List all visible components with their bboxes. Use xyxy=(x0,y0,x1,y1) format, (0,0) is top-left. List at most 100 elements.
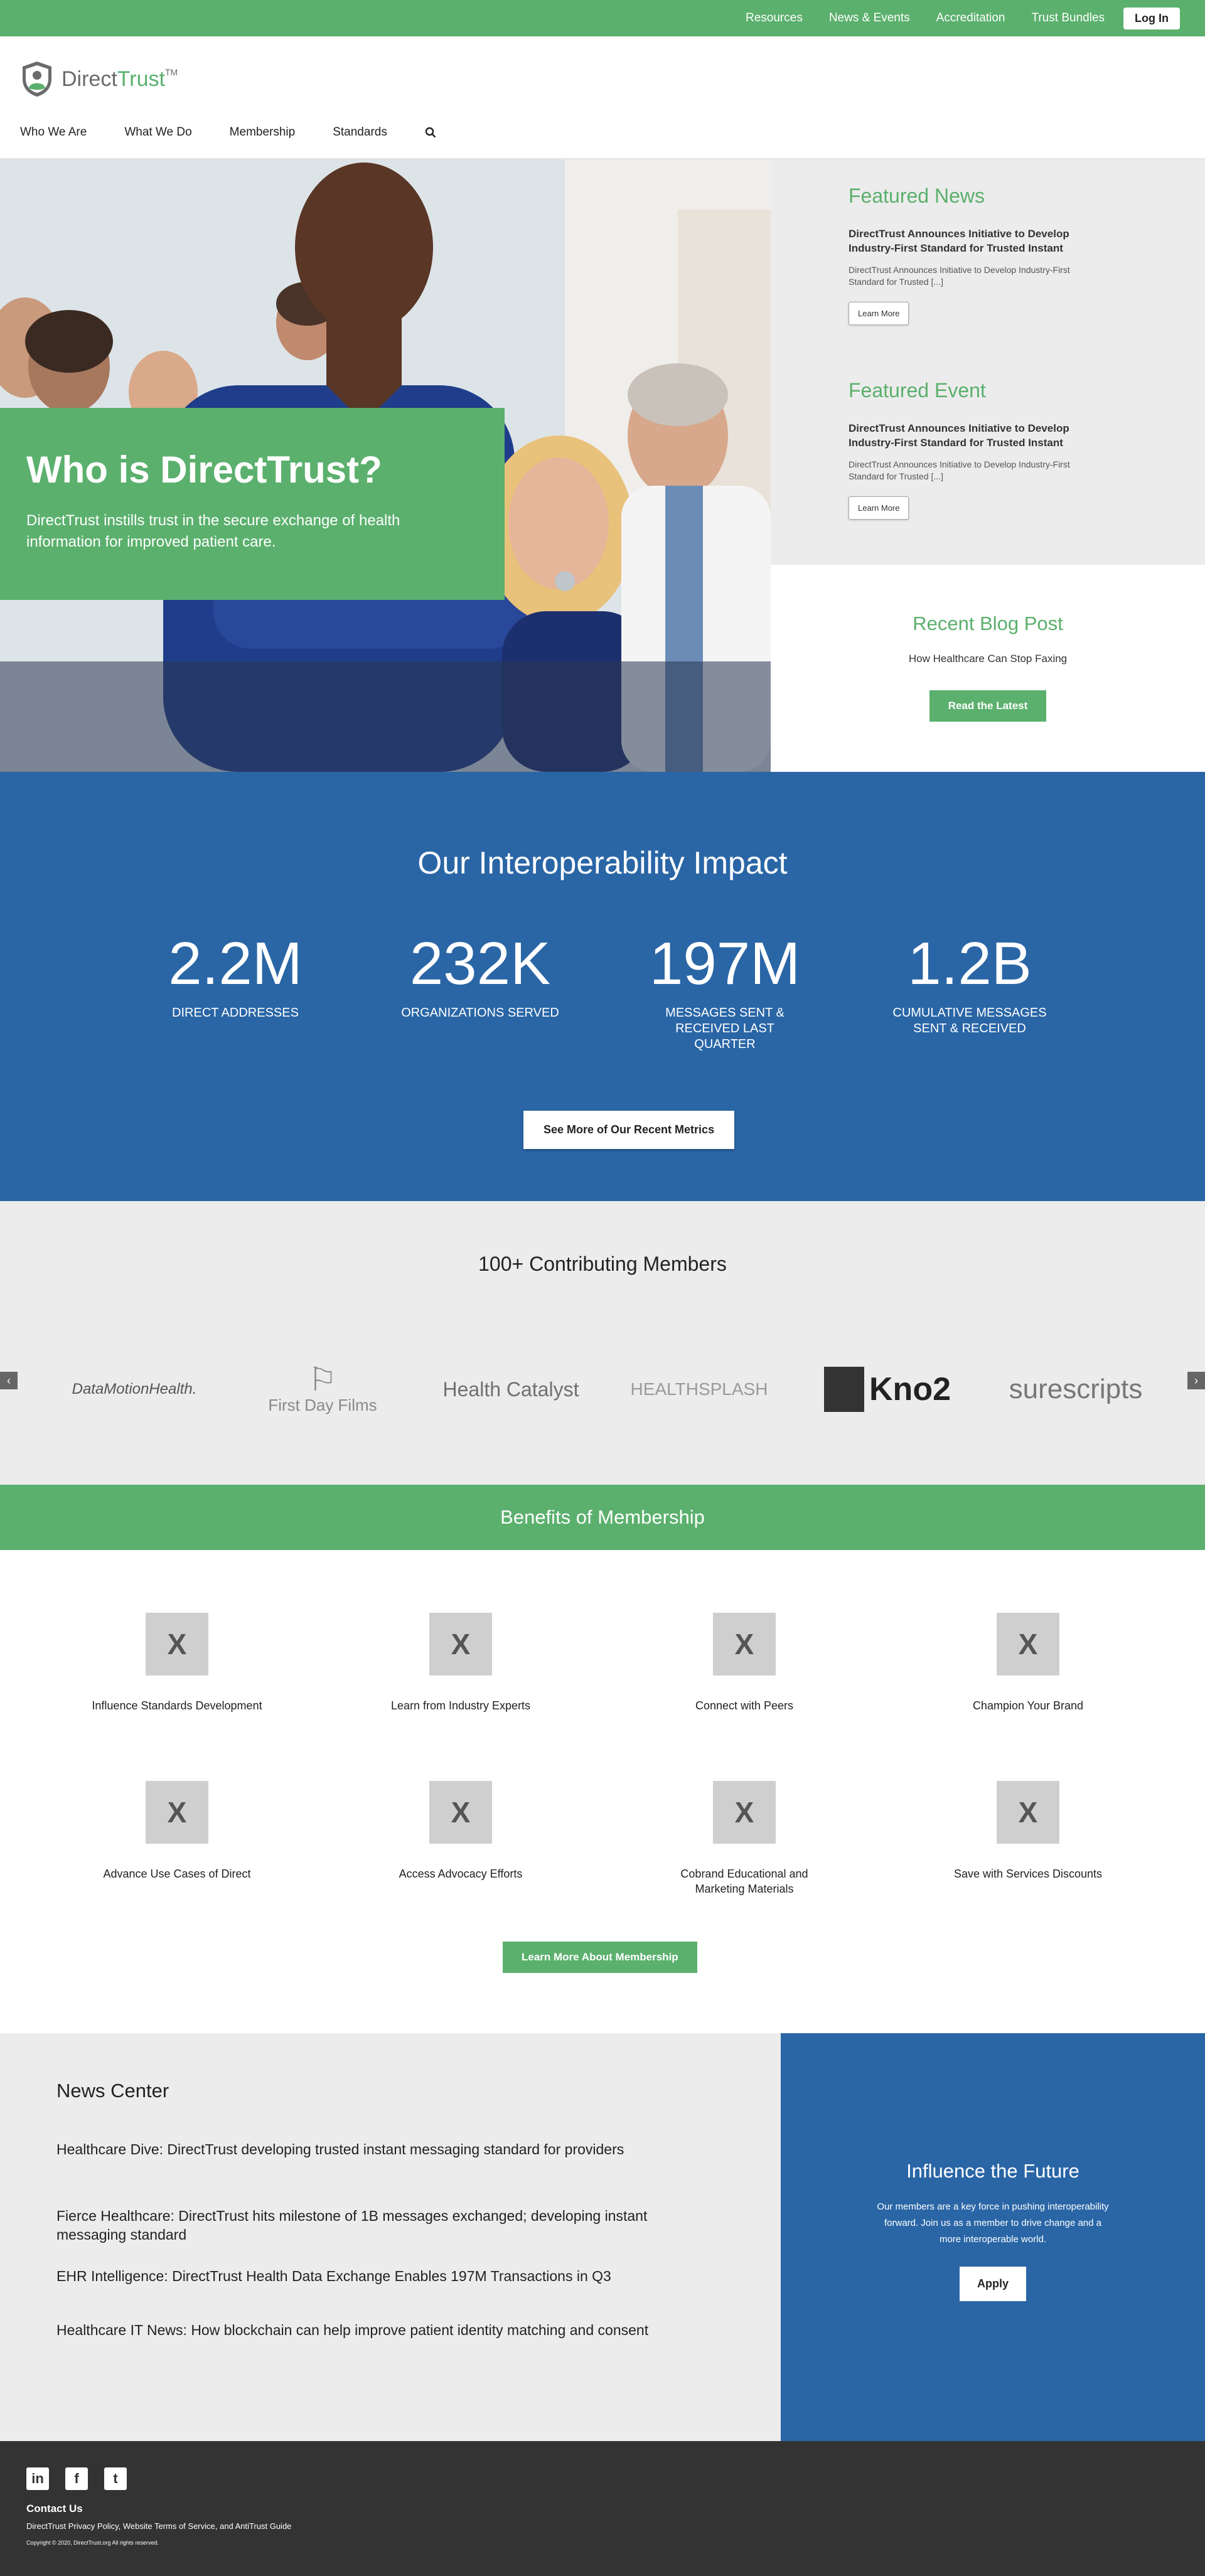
logo-wordmark: DirectTrustTM xyxy=(62,67,178,91)
site-logo[interactable]: DirectTrustTM xyxy=(20,60,178,98)
facebook-icon[interactable]: f xyxy=(65,2467,88,2490)
stat-label: DIRECT ADDRESSES xyxy=(172,1006,299,1020)
legal-links[interactable]: DirectTrust Privacy Policy, Website Term… xyxy=(26,2521,1179,2531)
influence-text: Our members are a key force in pushing i… xyxy=(877,2201,1109,2245)
site-header: DirectTrustTM Who We Are What We Do Memb… xyxy=(0,36,1205,159)
benefit-label: Cobrand Educational and Marketing Materi… xyxy=(680,1868,808,1895)
benefit-label: Advance Use Cases of Direct xyxy=(103,1868,251,1880)
benefit-placeholder-icon: X xyxy=(146,1613,208,1675)
carousel-next-arrow-icon[interactable]: › xyxy=(1187,1372,1205,1389)
member-logo-firstday[interactable]: ⚐ First Day Films xyxy=(247,1345,398,1433)
news-item[interactable]: Healthcare Dive: DirectTrust developing … xyxy=(56,2140,684,2159)
news-item[interactable]: Fierce Healthcare: DirectTrust hits mile… xyxy=(56,2206,684,2244)
blog-heading: Recent Blog Post xyxy=(913,612,1063,634)
nav-what-we-do[interactable]: What We Do xyxy=(124,126,191,139)
link-news-events[interactable]: News & Events xyxy=(829,11,910,25)
benefit-label: Influence Standards Development xyxy=(92,1699,262,1712)
featured-event-learn-more-button[interactable]: Learn More xyxy=(849,496,909,520)
news-heading: News Center xyxy=(56,2080,169,2102)
hero-title: Who is DirectTrust? xyxy=(26,449,382,491)
featured-event: Featured Event DirectTrust Announces Ini… xyxy=(849,379,1205,520)
benefit-label: Connect with Peers xyxy=(695,1699,794,1712)
shield-logo-icon xyxy=(23,61,51,97)
benefits-heading: Benefits of Membership xyxy=(500,1506,705,1528)
member-logo-kno2[interactable]: Kno2 xyxy=(812,1345,963,1433)
stat-label: ORGANIZATIONS SERVED xyxy=(401,1006,559,1020)
featured-panel: Featured News DirectTrust Announces Init… xyxy=(771,159,1205,565)
featured-news-excerpt: DirectTrust Announces Initiative to Deve… xyxy=(849,265,1070,287)
see-more-metrics-button[interactable]: See More of Our Recent Metrics xyxy=(523,1111,735,1149)
benefits-grid: X Influence Standards Development X Learn … xyxy=(35,1613,1170,1949)
stat-number: 1.2B xyxy=(908,930,1032,997)
contact-us-link[interactable]: Contact Us xyxy=(26,2503,1179,2515)
login-button[interactable]: Log In xyxy=(1123,7,1180,29)
news-item[interactable]: Healthcare IT News: How blockchain can h… xyxy=(56,2321,684,2339)
benefit-placeholder-icon: X xyxy=(713,1781,776,1844)
carousel-prev-arrow-icon[interactable]: ‹ xyxy=(0,1372,18,1389)
benefit-item: X Access Advocacy Efforts xyxy=(319,1781,602,1949)
news-item[interactable]: EHR Intelligence: DirectTrust Health Dat… xyxy=(56,2267,684,2285)
featured-event-heading: Featured Event xyxy=(849,379,986,402)
search-icon[interactable] xyxy=(425,127,436,138)
twitter-icon[interactable]: t xyxy=(104,2467,127,2490)
featured-news-learn-more-button[interactable]: Learn More xyxy=(849,302,909,325)
featured-event-title[interactable]: DirectTrust Announces Initiative to Deve… xyxy=(849,421,1087,450)
members-section: 100+ Contributing Members DataMotionHeal… xyxy=(0,1201,1205,1485)
member-logo-healthcatalyst[interactable]: Health Catalyst xyxy=(436,1345,586,1433)
nav-who-we-are[interactable]: Who We Are xyxy=(20,126,87,139)
benefit-item: X Learn from Industry Experts xyxy=(319,1613,602,1781)
featured-event-excerpt: DirectTrust Announces Initiative to Deve… xyxy=(849,459,1070,481)
nav-membership[interactable]: Membership xyxy=(230,126,296,139)
featured-news-heading: Featured News xyxy=(849,184,985,207)
nav-standards[interactable]: Standards xyxy=(333,126,387,139)
member-logo-surescripts[interactable]: surescripts xyxy=(1000,1345,1151,1433)
main-nav: Who We Are What We Do Membership Standar… xyxy=(20,126,436,139)
impact-stats: 2.2M DIRECT ADDRESSES 232K ORGANIZATIONS… xyxy=(113,933,1092,1052)
stat-item: 1.2B CUMULATIVE MESSAGES SENT & RECEIVED xyxy=(847,933,1092,1052)
stat-item: 197M MESSAGES SENT & RECEIVED LAST QUART… xyxy=(602,933,847,1052)
stat-label: CUMULATIVE MESSAGES SENT & RECEIVED xyxy=(892,1006,1047,1035)
stat-label: MESSAGES SENT & RECEIVED LAST QUARTER xyxy=(665,1006,785,1051)
members-heading: 100+ Contributing Members xyxy=(478,1253,727,1275)
link-trust-bundles[interactable]: Trust Bundles xyxy=(1032,11,1105,25)
top-utility-bar: Resources News & Events Accreditation Tr… xyxy=(0,0,1205,36)
benefit-placeholder-icon: X xyxy=(429,1613,492,1675)
benefit-placeholder-icon: X xyxy=(997,1781,1059,1844)
apply-button[interactable]: Apply xyxy=(959,2267,1026,2301)
link-accreditation[interactable]: Accreditation xyxy=(936,11,1005,25)
impact-section: Our Interoperability Impact 2.2M DIRECT … xyxy=(0,772,1205,1201)
member-logo-carousel: DataMotionHealth. ⚐ First Day Films Heal… xyxy=(59,1339,1151,1440)
benefit-label: Learn from Industry Experts xyxy=(390,1699,531,1712)
benefit-label: Champion Your Brand xyxy=(972,1699,1084,1712)
benefit-placeholder-icon: X xyxy=(146,1781,208,1844)
influence-heading: Influence the Future xyxy=(906,2160,1079,2182)
benefits-section: X Influence Standards Development X Learn … xyxy=(0,1550,1205,2033)
benefit-placeholder-icon: X xyxy=(997,1613,1059,1675)
link-resources[interactable]: Resources xyxy=(746,11,803,25)
benefit-item: X Save with Services Discounts xyxy=(886,1781,1170,1949)
stat-item: 232K ORGANIZATIONS SERVED xyxy=(358,933,602,1052)
social-links: in f t xyxy=(26,2467,1179,2490)
stat-number: 2.2M xyxy=(168,930,303,997)
recent-blog-post: Recent Blog Post How Healthcare Can Stop… xyxy=(771,565,1205,772)
learn-more-membership-button[interactable]: Learn More About Membership xyxy=(503,1942,697,1973)
blog-title[interactable]: How Healthcare Can Stop Faxing xyxy=(771,653,1205,665)
featured-news: Featured News DirectTrust Announces Init… xyxy=(849,184,1205,325)
member-logo-datamotion[interactable]: DataMotionHealth. xyxy=(59,1345,210,1433)
linkedin-icon[interactable]: in xyxy=(26,2467,49,2490)
site-footer: in f t Contact Us DirectTrust Privacy Po… xyxy=(0,2441,1205,2576)
benefit-label: Save with Services Discounts xyxy=(953,1868,1103,1880)
benefit-placeholder-icon: X xyxy=(713,1613,776,1675)
benefit-label: Access Advocacy Efforts xyxy=(399,1868,523,1880)
utility-links: Resources News & Events Accreditation Tr… xyxy=(746,0,1180,36)
hero-text: DirectTrust instills trust in the secure… xyxy=(26,512,400,550)
stat-number: 232K xyxy=(409,930,551,997)
read-latest-button[interactable]: Read the Latest xyxy=(929,690,1047,722)
benefit-item: X Influence Standards Development xyxy=(35,1613,319,1781)
news-center: News Center Healthcare Dive: DirectTrust… xyxy=(0,2033,781,2441)
benefit-item: X Connect with Peers xyxy=(602,1613,886,1781)
firstday-mark-icon: ⚐ xyxy=(308,1361,338,1398)
member-logo-healthsplash[interactable]: HEALTHSPLASH xyxy=(624,1345,774,1433)
featured-news-title[interactable]: DirectTrust Announces Initiative to Deve… xyxy=(849,227,1087,255)
copyright: Copyright © 2020, DirectTrust.org All ri… xyxy=(26,2540,159,2546)
